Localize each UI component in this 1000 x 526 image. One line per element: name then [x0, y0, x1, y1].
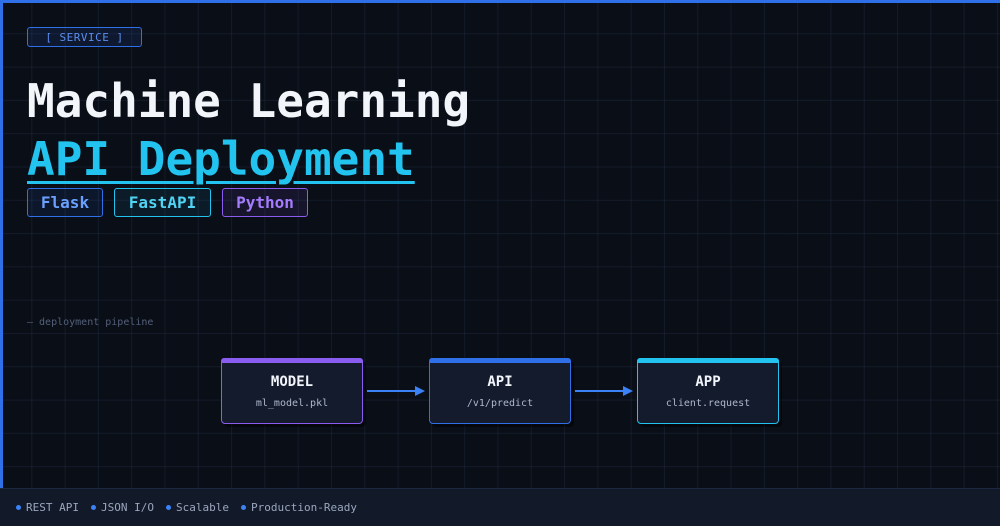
node-accent-bar — [429, 358, 571, 363]
footer-item: Scalable — [166, 501, 229, 514]
node-name: API — [487, 374, 513, 390]
node-name: APP — [695, 374, 721, 390]
arrow-right-icon — [367, 386, 425, 396]
pipeline-node-app: APP client.request — [637, 358, 779, 424]
node-subtitle: /v1/predict — [466, 398, 534, 409]
left-accent-bar — [0, 0, 3, 488]
bullet-dot-icon — [241, 504, 246, 510]
footer-bar: REST API JSON I/O Scalable Production-Re… — [0, 488, 1000, 526]
node-name: MODEL — [270, 374, 314, 390]
tag-flask: Flask — [27, 188, 103, 217]
pipeline-node-model: MODEL ml_model.pkl — [221, 358, 363, 424]
pipeline-label: — deployment pipeline — [27, 317, 154, 328]
footer-item: JSON I/O — [91, 501, 154, 514]
tag-python: Python — [222, 188, 308, 217]
arrow-right-icon — [575, 386, 633, 396]
footer-item-label: JSON I/O — [101, 501, 154, 514]
top-accent-bar — [0, 0, 1000, 3]
footer-item: Production-Ready — [241, 501, 357, 514]
footer-item-label: Production-Ready — [251, 501, 357, 514]
page-subtitle: API Deployment — [27, 132, 415, 186]
service-badge: [ SERVICE ] — [27, 27, 142, 47]
page-title: Machine Learning — [27, 74, 471, 128]
pipeline-node-api: API /v1/predict — [429, 358, 571, 424]
tag-fastapi: FastAPI — [114, 188, 211, 217]
node-accent-bar — [221, 358, 363, 363]
footer-item: REST API — [16, 501, 79, 514]
footer-item-label: REST API — [26, 501, 79, 514]
node-subtitle: ml_model.pkl — [255, 398, 329, 409]
footer-item-label: Scalable — [176, 501, 229, 514]
bullet-dot-icon — [91, 504, 96, 510]
bullet-dot-icon — [16, 504, 21, 510]
node-subtitle: client.request — [665, 398, 751, 409]
node-accent-bar — [637, 358, 779, 363]
bullet-dot-icon — [166, 504, 171, 510]
